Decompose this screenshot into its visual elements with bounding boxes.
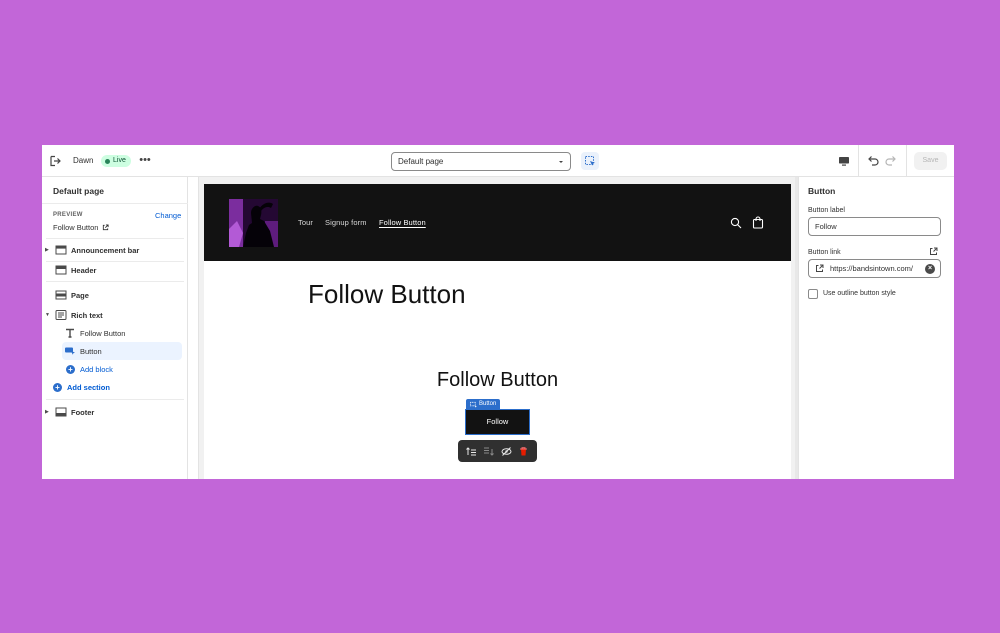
block-label: Button	[80, 346, 102, 356]
divider	[46, 399, 184, 400]
external-link-icon[interactable]	[102, 224, 110, 231]
block-follow-button[interactable]: Follow Button	[62, 324, 125, 342]
redo-icon[interactable]	[884, 154, 898, 168]
text-section-icon	[55, 310, 67, 320]
add-section-button[interactable]: + Add section	[53, 378, 110, 396]
preview-change-link[interactable]: Change	[155, 211, 181, 220]
button-link-field-label: Button link	[808, 249, 841, 256]
search-icon[interactable]	[730, 217, 742, 229]
button-label-input[interactable]: Follow	[808, 217, 941, 236]
layout-section-icon	[55, 290, 67, 300]
theme-editor: Dawn Live ••• Default page Save Default …	[42, 145, 954, 479]
desktop-icon[interactable]	[837, 154, 851, 168]
hide-icon[interactable]	[500, 445, 512, 457]
plus-circle-icon: +	[66, 364, 75, 374]
section-announcement-bar[interactable]: ▶ Announcement bar	[42, 241, 139, 259]
outline-style-checkbox[interactable]	[808, 289, 818, 299]
move-down-icon[interactable]	[483, 445, 495, 457]
chevron-down-icon	[557, 158, 565, 166]
divider	[42, 203, 188, 204]
cart-icon[interactable]	[752, 216, 764, 229]
sections-sidebar: Default page PREVIEW Change Follow Butto…	[42, 177, 188, 479]
text-icon	[64, 328, 76, 338]
section-page[interactable]: Page	[42, 286, 89, 304]
link-icon	[815, 264, 824, 273]
move-up-icon[interactable]	[466, 445, 478, 457]
button-icon	[64, 346, 76, 356]
inspector-button[interactable]	[581, 152, 599, 170]
section-footer[interactable]: ▶ Footer	[42, 403, 94, 421]
delete-icon[interactable]	[517, 445, 529, 457]
block-toolbar	[458, 440, 537, 462]
page-select-value: Default page	[398, 157, 444, 166]
section-label: Rich text	[71, 310, 103, 320]
preview-value: Follow Button	[53, 223, 110, 232]
status-dot-icon	[105, 158, 110, 164]
store-nav-signup-form[interactable]: Signup form	[325, 218, 367, 227]
settings-title: Button	[808, 186, 836, 196]
block-label: Follow Button	[80, 328, 126, 338]
divider	[46, 281, 184, 282]
preview-page-name: Follow Button	[53, 223, 99, 232]
section-header[interactable]: Header	[42, 261, 96, 279]
plus-circle-icon: +	[53, 382, 62, 392]
page-heading: Follow Button	[308, 279, 466, 309]
layout-section-icon	[55, 245, 67, 255]
undo-icon[interactable]	[866, 154, 880, 168]
clear-icon[interactable]: ×	[925, 264, 935, 274]
settings-panel: Button Button label Follow Button link h…	[798, 177, 954, 479]
divider	[906, 145, 907, 177]
divider	[46, 238, 184, 239]
storefront-preview: Tour Signup form Follow Button Follow Bu…	[204, 184, 791, 479]
section-label: Page	[71, 290, 89, 300]
section-label: Footer	[71, 407, 95, 417]
caret-right-icon[interactable]: ▶	[45, 409, 53, 415]
external-link-icon[interactable]	[929, 247, 938, 256]
divider	[858, 145, 859, 177]
block-tag-label: Button	[479, 401, 497, 407]
caret-down-icon[interactable]: ▼	[45, 312, 53, 318]
top-bar: Dawn Live ••• Default page Save	[42, 145, 954, 177]
layout-footer-icon	[55, 407, 67, 417]
theme-name: Dawn	[73, 156, 94, 165]
selected-block-tag: Button	[466, 399, 501, 410]
store-header[interactable]: Tour Signup form Follow Button	[204, 184, 791, 261]
button-label-input-value: Follow	[815, 222, 837, 231]
add-block-button[interactable]: + Add block	[66, 360, 113, 378]
button-link-input[interactable]: https://bandsintown.com/ ×	[808, 259, 941, 278]
store-nav-follow-button[interactable]: Follow Button	[379, 218, 426, 227]
add-block-label: Add block	[80, 364, 113, 374]
save-button[interactable]: Save	[914, 152, 947, 170]
caret-right-icon[interactable]: ▶	[45, 247, 53, 253]
layout-header-icon	[55, 265, 67, 275]
section-label: Header	[71, 265, 97, 275]
preview-canvas: Tour Signup form Follow Button Follow Bu…	[199, 177, 798, 479]
sidebar-resize-strip[interactable]	[188, 177, 199, 479]
inspector-icon	[585, 156, 595, 166]
store-logo[interactable]	[229, 199, 278, 247]
section-rich-text[interactable]: ▼ Rich text	[42, 306, 103, 324]
page-select[interactable]: Default page	[391, 152, 571, 171]
button-label-field-label: Button label	[808, 207, 845, 214]
block-button[interactable]: Button	[62, 342, 182, 360]
add-section-label: Add section	[67, 382, 110, 392]
live-badge-label: Live	[113, 157, 126, 164]
button-link-input-value: https://bandsintown.com/	[830, 264, 913, 273]
section-label: Announcement bar	[71, 245, 140, 255]
store-nav-tour[interactable]: Tour	[298, 218, 313, 227]
follow-button[interactable]: Follow	[465, 409, 530, 435]
more-icon[interactable]: •••	[138, 154, 152, 168]
sidebar-title: Default page	[53, 186, 105, 196]
rich-text-heading: Follow Button	[436, 369, 559, 391]
exit-icon[interactable]	[48, 154, 62, 168]
outline-style-label: Use outline button style	[823, 290, 896, 297]
button-block-icon	[470, 401, 477, 408]
preview-label: PREVIEW	[53, 212, 83, 218]
live-badge: Live	[101, 155, 131, 167]
